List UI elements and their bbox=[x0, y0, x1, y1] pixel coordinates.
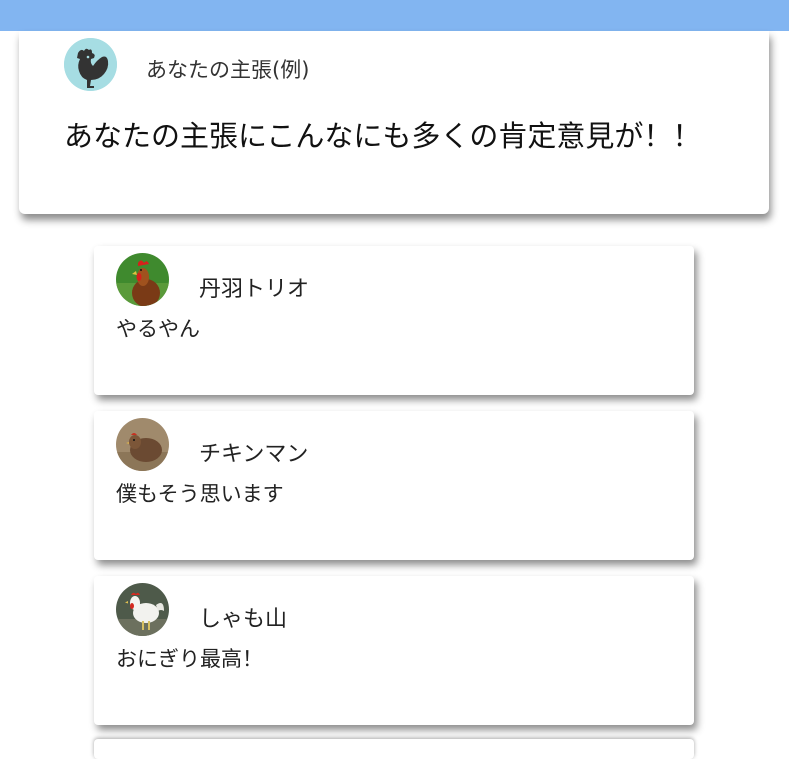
reply-text: やるやん bbox=[116, 317, 200, 341]
reply-card: チキンマン 僕もそう思います bbox=[94, 411, 694, 560]
reply-card: 丹羽トリオ やるやん bbox=[94, 246, 694, 395]
reply-text: おにぎり最高！ bbox=[116, 647, 263, 671]
reply-card-partial bbox=[94, 739, 694, 759]
top-bar bbox=[0, 0, 789, 31]
main-post-card: あなたの主張(例) あなたの主張にこんなにも多くの肯定意見が！！ bbox=[19, 31, 769, 214]
reply-card: しゃも山 おにぎり最高！ bbox=[94, 576, 694, 725]
post-text: あなたの主張にこんなにも多くの肯定意見が！！ bbox=[64, 119, 702, 153]
hen-photo bbox=[116, 418, 169, 471]
post-author-name: あなたの主張(例) bbox=[146, 58, 310, 82]
brown-rooster-photo bbox=[116, 253, 169, 306]
white-rooster-photo bbox=[116, 583, 169, 636]
reply-author-name: 丹羽トリオ bbox=[199, 277, 310, 302]
rooster-silhouette-icon bbox=[64, 38, 117, 91]
reply-text: 僕もそう思います bbox=[116, 482, 284, 506]
reply-author-name: チキンマン bbox=[199, 442, 309, 467]
reply-author-name: しゃも山 bbox=[199, 607, 288, 632]
